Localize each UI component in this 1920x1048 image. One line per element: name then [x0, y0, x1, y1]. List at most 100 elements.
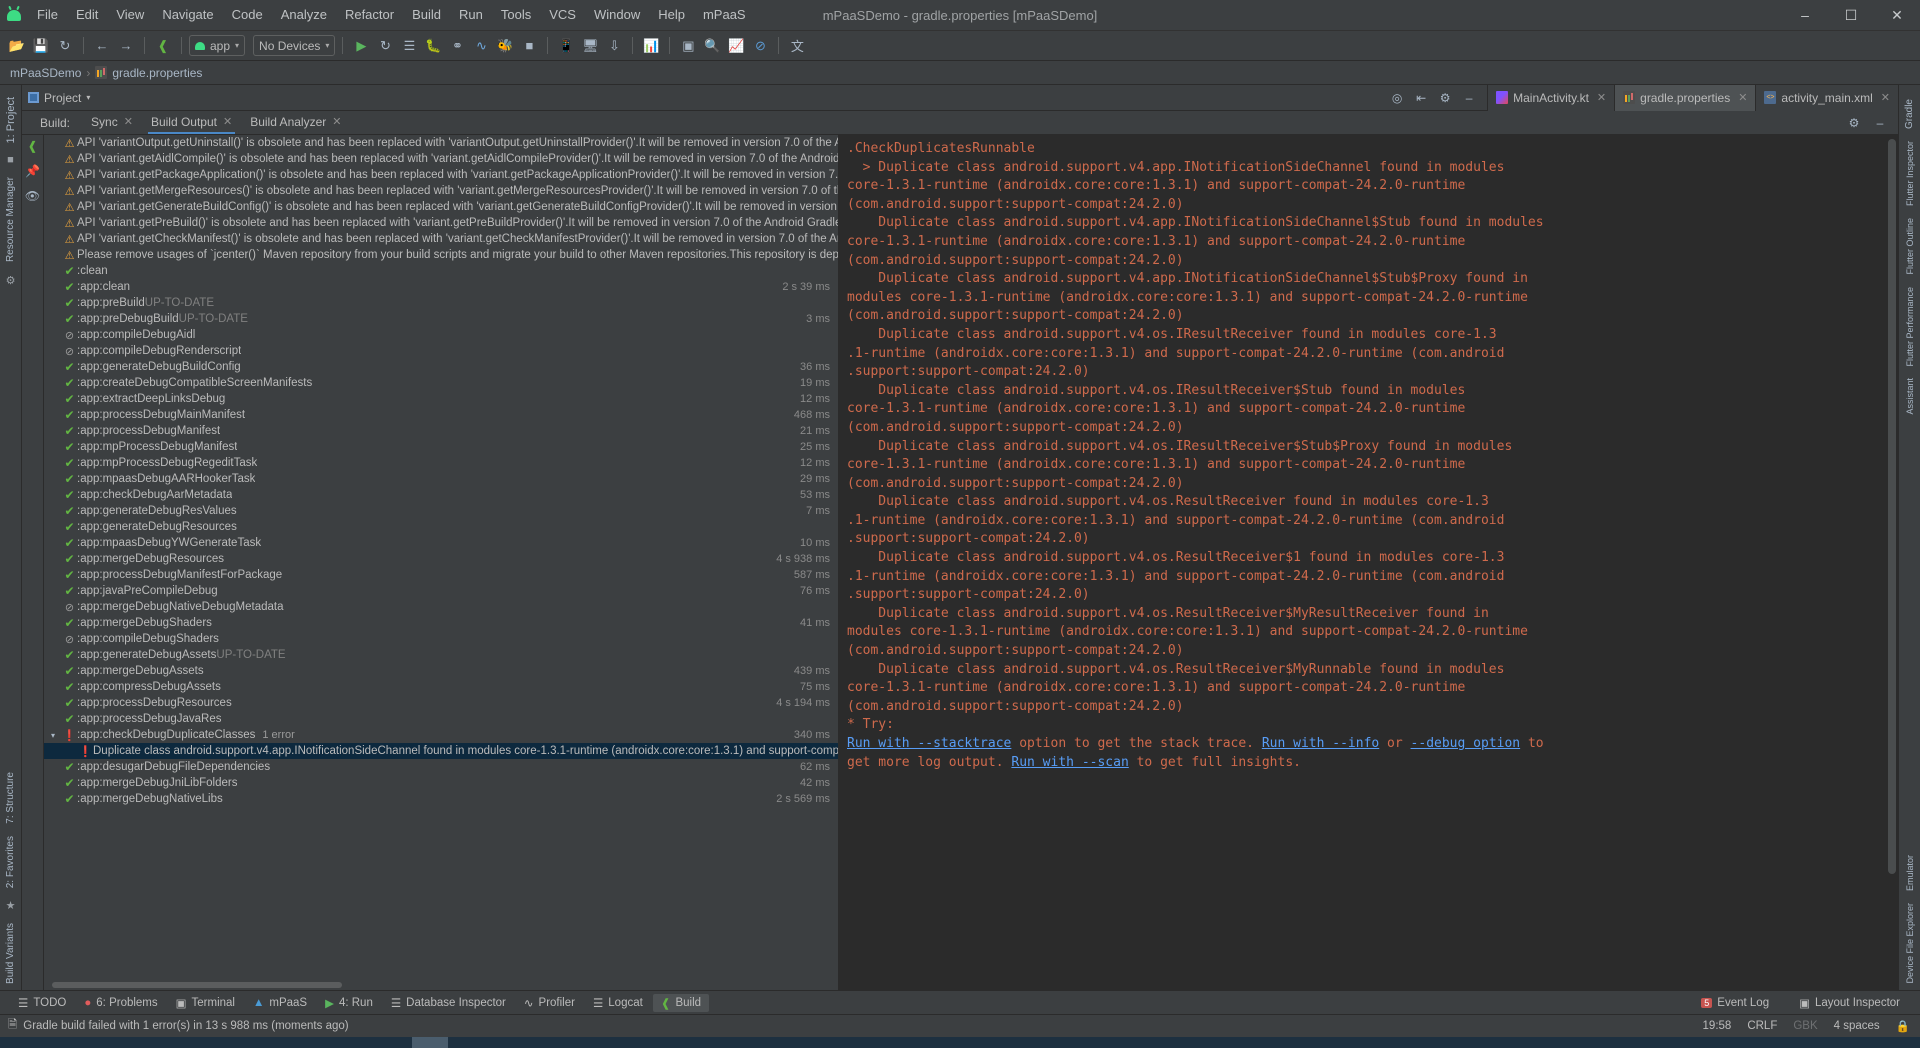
tab-gradle-properties[interactable]: gradle.properties ✕	[1614, 84, 1756, 111]
build-console[interactable]: .CheckDuplicatesRunnable > Duplicate cla…	[839, 135, 1898, 990]
build-tree-row[interactable]: ⚠ Please remove usages of `jcenter()` Mav…	[44, 247, 838, 263]
build-tree-row[interactable]: ✔:app:preBuild UP-TO-DATE	[44, 295, 838, 311]
sidebar-item-flutter-outline[interactable]: Flutter Outline	[1902, 212, 1918, 281]
build-tree-row[interactable]: ✔:app:generateDebugResValues 7 ms	[44, 503, 838, 519]
build-tree-row[interactable]: ✔:app:processDebugJavaRes	[44, 711, 838, 727]
run-icon[interactable]: ▶	[350, 35, 372, 57]
sidebar-item-flutter-inspector[interactable]: Flutter Inspector	[1902, 135, 1918, 212]
eye-icon[interactable]: 👁	[25, 189, 40, 203]
tab-build-analyzer[interactable]: Build Analyzer ✕	[241, 113, 350, 133]
close-icon[interactable]: ✕	[332, 115, 341, 128]
menu-edit[interactable]: Edit	[67, 3, 107, 27]
menu-build[interactable]: Build	[403, 3, 450, 27]
pin-icon[interactable]: 📌	[25, 164, 40, 178]
close-button[interactable]: ✕	[1874, 0, 1920, 30]
device-manager-icon[interactable]: ⇩	[603, 35, 625, 57]
menu-run[interactable]: Run	[450, 3, 492, 27]
build-tree-row[interactable]: ✔:app:desugarDebugFileDependencies 62 ms	[44, 759, 838, 775]
status-line-separator[interactable]: CRLF	[1747, 1020, 1777, 1032]
build-tree-row[interactable]: ⚠ API 'variant.getGenerateBuildConfig()' …	[44, 199, 838, 215]
hide-icon[interactable]: –	[1870, 113, 1890, 133]
build-tree-row[interactable]: ✔:app:mergeDebugJniLibFolders 42 ms	[44, 775, 838, 791]
build-tree-row[interactable]: ⊘:app:compileDebugAidl	[44, 327, 838, 343]
build-tree-row[interactable]: ⊘:app:mergeDebugNativeDebugMetadata	[44, 599, 838, 615]
stop-icon[interactable]: ■	[518, 35, 540, 57]
menu-code[interactable]: Code	[223, 3, 272, 27]
translate-icon[interactable]: 文	[786, 35, 808, 57]
sidebar-item-flutter-performance[interactable]: Flutter Performance	[1902, 281, 1918, 373]
avd-manager-icon[interactable]: 🖥	[579, 35, 601, 57]
sidebar-item-assistant[interactable]: Assistant	[1902, 372, 1918, 421]
profile-icon[interactable]: ∿	[470, 35, 492, 57]
bottom-item-layout-inspector[interactable]: ▣ Layout Inspector	[1791, 994, 1908, 1012]
sidebar-item-resource-manager[interactable]: Resource Manager	[2, 171, 19, 268]
build-tree-row[interactable]: ⚠ API 'variant.getPreBuild()' is obsolete…	[44, 215, 838, 231]
tree-horizontal-scrollbar[interactable]	[44, 980, 838, 990]
build-tree-row[interactable]: ✔:app:javaPreCompileDebug 76 ms	[44, 583, 838, 599]
sidebar-item-project[interactable]: 1: Project	[2, 91, 20, 149]
close-icon[interactable]: ✕	[1597, 91, 1606, 104]
close-icon[interactable]: ✕	[1738, 91, 1747, 104]
build-tree-row[interactable]: ✔:app:mergeDebugNativeLibs 2 s 569 ms	[44, 791, 838, 807]
build-tree-row[interactable]: ✔:app:mpProcessDebugRegeditTask 12 ms	[44, 455, 838, 471]
tab-sync[interactable]: Sync ✕	[82, 113, 142, 133]
bottom-item-terminal[interactable]: ▣ Terminal	[168, 994, 243, 1012]
bottom-item-mpaas[interactable]: ▲ mPaaS	[245, 995, 315, 1011]
status-encoding[interactable]: GBK	[1793, 1020, 1817, 1032]
console-scroll-thumb[interactable]	[1888, 139, 1896, 875]
sidebar-item-gradle[interactable]: Gradle	[1901, 93, 1918, 135]
build-tree-row[interactable]: ⚠ API 'variantOutput.getUninstall()' is o…	[44, 135, 838, 151]
build-tree-row[interactable]: ✔:app:mergeDebugShaders 41 ms	[44, 615, 838, 631]
module-selector[interactable]: app ▾	[189, 35, 246, 56]
run-with-stacktrace-link[interactable]: Run with --stacktrace	[847, 736, 1011, 751]
menu-navigate[interactable]: Navigate	[153, 3, 222, 27]
build-tree-row[interactable]: ✔:app:processDebugMainManifest 468 ms	[44, 407, 838, 423]
build-tree-row[interactable]: ✔:clean	[44, 263, 838, 279]
build-tree-row[interactable]: ✔:app:generateDebugBuildConfig 36 ms	[44, 359, 838, 375]
bottom-item-todo[interactable]: ☰ TODO	[10, 994, 74, 1012]
locate-icon[interactable]: ◎	[1387, 88, 1407, 108]
gradle-sync-icon[interactable]: ❰	[152, 35, 174, 57]
apply-code-changes-icon[interactable]: ☰	[398, 35, 420, 57]
sdk-manager-icon[interactable]: 📱	[555, 35, 577, 57]
sidebar-item-build-variants[interactable]: Build Variants	[2, 917, 19, 990]
run-anything-icon[interactable]: ▣	[677, 35, 699, 57]
menu-tools[interactable]: Tools	[492, 3, 540, 27]
open-project-icon[interactable]: 📂	[6, 35, 28, 57]
no-inspections-icon[interactable]: ⊘	[749, 35, 771, 57]
build-tree-row[interactable]: ✔:app:compressDebugAssets 75 ms	[44, 679, 838, 695]
run-with-info-link[interactable]: Run with --info	[1262, 736, 1379, 751]
minimize-button[interactable]: –	[1782, 0, 1828, 30]
bottom-item-database-inspector[interactable]: ☰ Database Inspector	[383, 994, 514, 1012]
save-all-icon[interactable]: 💾	[30, 35, 52, 57]
menu-file[interactable]: File	[28, 3, 67, 27]
sidebar-item-emulator[interactable]: Emulator	[1902, 849, 1918, 897]
tab-mainactivity-kt[interactable]: MainActivity.kt ✕	[1487, 84, 1615, 111]
bottom-item-profiler[interactable]: ∿ Profiler	[516, 994, 583, 1012]
menu-mpaas[interactable]: mPaaS	[694, 3, 755, 27]
profiler-graph-icon[interactable]: 📈	[725, 35, 747, 57]
build-tree-row[interactable]: ✔:app:checkDebugAarMetadata 53 ms	[44, 487, 838, 503]
maximize-button[interactable]: ☐	[1828, 0, 1874, 30]
build-tree-row[interactable]: ✔:app:createDebugCompatibleScreenManifes…	[44, 375, 838, 391]
build-tree-row[interactable]: ✔:app:mpaasDebugAARHookerTask 29 ms	[44, 471, 838, 487]
layout-editor-icon[interactable]: 📊	[640, 35, 662, 57]
sidebar-item-favorites[interactable]: 2: Favorites	[2, 830, 19, 894]
menu-view[interactable]: View	[107, 3, 153, 27]
close-icon[interactable]: ✕	[223, 115, 232, 128]
bottom-item-build[interactable]: ❰ Build	[652, 993, 710, 1012]
tab-activity-main-xml[interactable]: activity_main.xml ✕	[1755, 84, 1898, 111]
menu-analyze[interactable]: Analyze	[272, 3, 336, 27]
menu-vcs[interactable]: VCS	[540, 3, 585, 27]
build-tree-row[interactable]: ✔:app:clean 2 s 39 ms	[44, 279, 838, 295]
back-icon[interactable]: ←	[91, 35, 113, 57]
gear-icon[interactable]: ⚙	[1844, 113, 1864, 133]
breadcrumb-file[interactable]: gradle.properties	[112, 66, 202, 80]
build-tree-row[interactable]: ✔:app:mpProcessDebugManifest 25 ms	[44, 439, 838, 455]
hide-icon[interactable]: –	[1459, 88, 1479, 108]
sync-project-icon[interactable]: ↻	[54, 35, 76, 57]
close-icon[interactable]: ✕	[124, 115, 133, 128]
debug-option-link[interactable]: --debug option	[1411, 736, 1521, 751]
search-icon[interactable]: 🔍	[701, 35, 723, 57]
resource-manager-icon[interactable]: ■	[7, 154, 14, 166]
